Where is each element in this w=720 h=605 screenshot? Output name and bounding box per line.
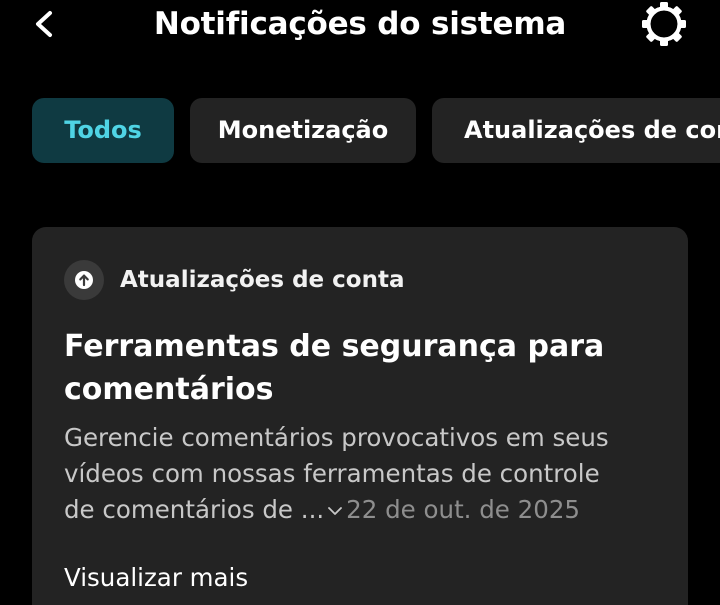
notification-body-line: Gerencie comentários provocativos em seu… xyxy=(64,423,609,452)
tab-todos[interactable]: Todos xyxy=(32,98,174,163)
system-notifications-screen: Notificações do sistema Todos Monetizaçã… xyxy=(0,0,720,605)
tab-atualizacoes-de-conta[interactable]: Atualizações de conta xyxy=(432,98,720,163)
filter-tabs: Todos Monetização Atualizações de conta xyxy=(0,98,720,164)
gear-icon xyxy=(642,2,686,46)
tab-monetizacao[interactable]: Monetização xyxy=(190,98,416,163)
notification-date: 22 de out. de 2025 xyxy=(346,495,581,524)
page-title: Notificações do sistema xyxy=(153,6,567,42)
arrow-up-circle-icon xyxy=(75,271,93,289)
notification-card[interactable]: Atualizações de conta Ferramentas de seg… xyxy=(32,227,688,605)
notification-body: Gerencie comentários provocativos em seu… xyxy=(64,420,674,528)
chevron-down-icon[interactable] xyxy=(326,502,344,520)
view-more-link[interactable]: Visualizar mais xyxy=(64,561,248,595)
header: Notificações do sistema xyxy=(0,0,720,50)
settings-button[interactable] xyxy=(636,0,692,50)
notification-body-truncated: de comentários de ... xyxy=(64,495,325,524)
notification-body-last-line: de comentários de ... 22 de out. de 2025 xyxy=(64,492,674,528)
category-icon-badge xyxy=(64,260,104,300)
notification-category: Atualizações de conta xyxy=(120,267,405,293)
notification-body-line: vídeos com nossas ferramentas de control… xyxy=(64,459,600,488)
notification-title: Ferramentas de segurança para comentário… xyxy=(64,329,605,407)
